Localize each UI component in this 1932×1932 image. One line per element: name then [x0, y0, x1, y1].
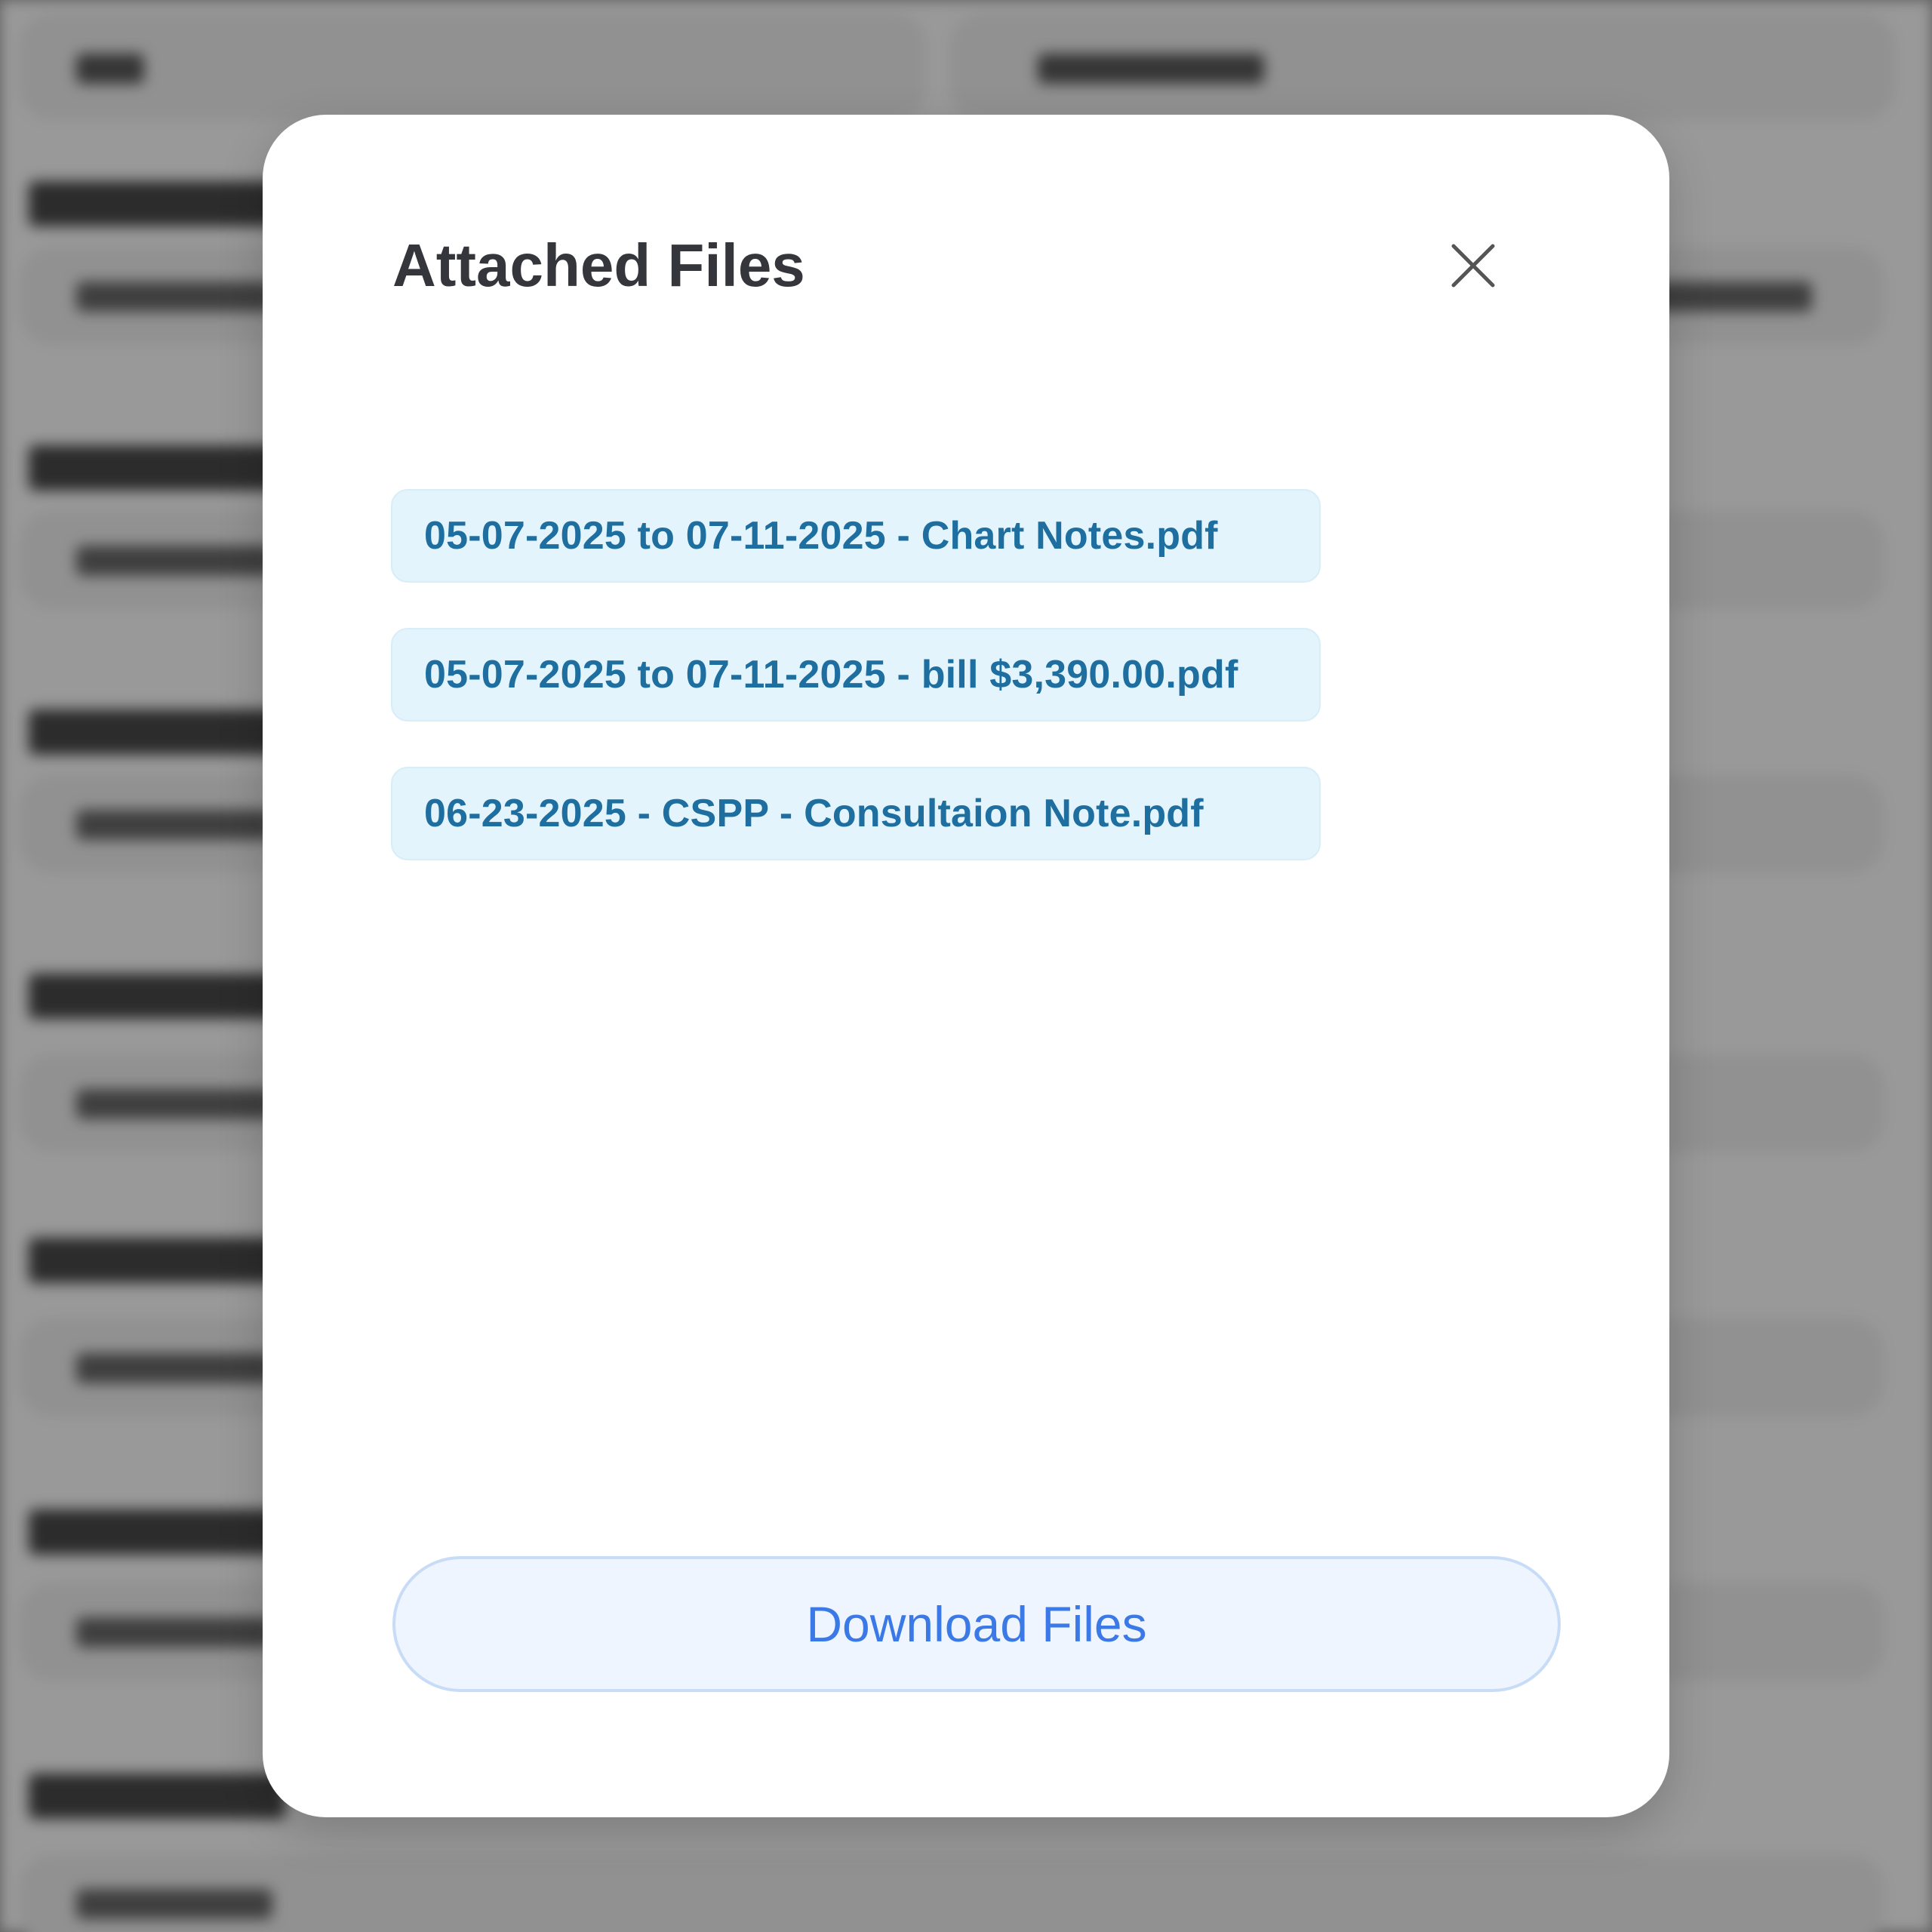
download-files-button[interactable]: Download Files [392, 1556, 1561, 1692]
modal-title: Attached Files [392, 232, 805, 299]
file-list: 05-07-2025 to 07-11-2025 - Chart Notes.p… [391, 489, 1322, 906]
file-name: 06-23-2025 - CSPP - Consultaion Note.pdf [424, 792, 1204, 835]
file-chip[interactable]: 05-07-2025 to 07-11-2025 - bill $3,390.0… [391, 628, 1321, 721]
close-button[interactable] [1446, 238, 1500, 293]
file-chip[interactable]: 06-23-2025 - CSPP - Consultaion Note.pdf [391, 767, 1321, 860]
file-name: 05-07-2025 to 07-11-2025 - Chart Notes.p… [424, 514, 1218, 558]
file-name: 05-07-2025 to 07-11-2025 - bill $3,390.0… [424, 653, 1238, 697]
attached-files-modal: Attached Files 05-07-2025 to 07-11-2025 … [263, 115, 1669, 1817]
file-chip[interactable]: 05-07-2025 to 07-11-2025 - Chart Notes.p… [391, 489, 1321, 583]
close-icon [1451, 244, 1495, 288]
